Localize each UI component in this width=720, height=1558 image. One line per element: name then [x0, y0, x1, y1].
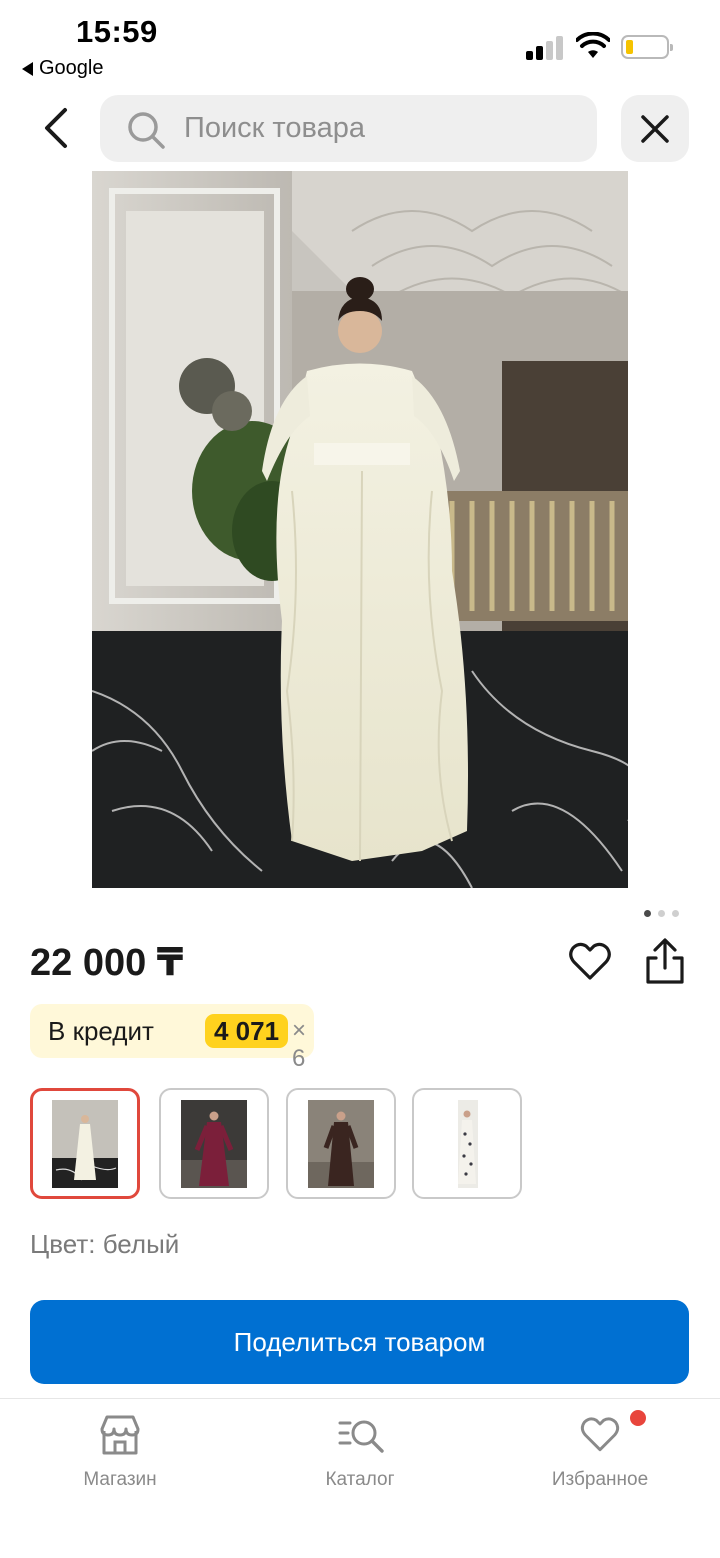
search-icon [128, 112, 165, 149]
back-button[interactable] [30, 100, 82, 156]
credit-amount: 4 071 [205, 1014, 289, 1048]
favorites-notification-badge [630, 1410, 646, 1426]
variant-image [308, 1099, 374, 1188]
heart-icon [580, 1417, 620, 1452]
credit-label: В кредит [48, 1016, 154, 1046]
wifi-icon [576, 32, 610, 58]
credit-offer[interactable]: В кредит 4 071 × 6 [30, 1004, 314, 1072]
cellular-signal-icon [526, 36, 564, 60]
variant-thumbnail-dark-brown[interactable] [286, 1088, 396, 1199]
catalog-search-icon [338, 1420, 384, 1453]
status-bar: 15:59 Google [0, 0, 720, 88]
bottom-navigation: Магазин Каталог Избранное [0, 1398, 720, 1558]
back-triangle-icon [22, 61, 33, 76]
status-time: 15:59 [76, 14, 158, 49]
variant-thumbnail-white[interactable] [30, 1088, 140, 1199]
share-icon [646, 938, 684, 984]
favorite-button[interactable] [566, 938, 614, 986]
product-image[interactable] [92, 171, 628, 888]
search-input[interactable] [184, 95, 584, 162]
variant-thumbnail-burgundy[interactable] [159, 1088, 269, 1199]
store-icon [100, 1415, 140, 1455]
gallery-dot[interactable] [672, 910, 679, 917]
credit-months: × 6 [292, 1017, 307, 1072]
nav-label-catalog: Каталог [325, 1469, 395, 1490]
nav-item-catalog[interactable]: Каталог [280, 1413, 440, 1503]
back-to-app-link[interactable]: Google [22, 57, 104, 80]
variant-image [434, 1099, 500, 1188]
heart-icon [569, 942, 611, 980]
battery-icon [621, 35, 673, 59]
nav-label-favorites: Избранное [551, 1469, 649, 1490]
nav-item-favorites[interactable]: Избранное [520, 1413, 680, 1503]
color-label: Цвет: белый [30, 1229, 180, 1259]
nav-label-store: Магазин [83, 1469, 157, 1490]
variant-thumbnail-floral-print[interactable] [412, 1088, 522, 1199]
share-product-button[interactable]: Поделиться товаром [30, 1300, 689, 1384]
nav-item-store[interactable]: Магазин [40, 1413, 200, 1503]
gallery-dot[interactable] [644, 910, 651, 917]
gallery-dot[interactable] [658, 910, 665, 917]
variant-image [181, 1099, 247, 1188]
gallery-pagination[interactable] [644, 910, 679, 917]
search-bar[interactable] [100, 95, 597, 162]
close-button[interactable] [621, 95, 689, 162]
product-price: 22 000 ₸ [30, 942, 184, 984]
close-icon [641, 114, 669, 143]
share-button[interactable] [642, 936, 688, 986]
product-photo [92, 171, 628, 888]
variant-image [52, 1099, 118, 1188]
back-app-label: Google [39, 57, 104, 79]
chevron-left-icon [45, 108, 67, 148]
